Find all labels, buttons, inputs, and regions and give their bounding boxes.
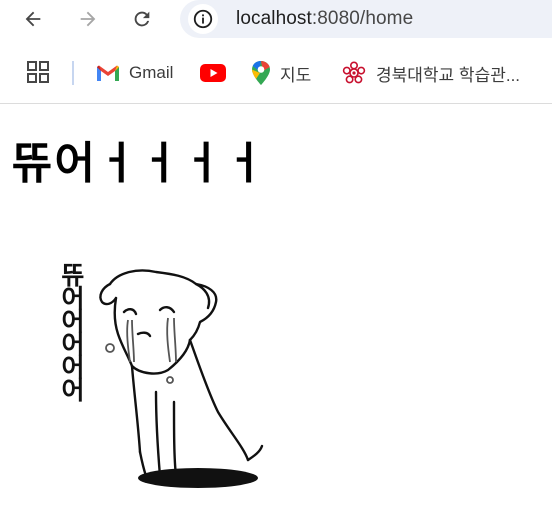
crying-dog-drawing — [99, 269, 264, 488]
arrow-left-icon — [25, 11, 41, 27]
bookmark-gmail-label: Gmail — [129, 63, 174, 82]
bookmark-knu[interactable]: 경북대학교 학습관... — [341, 58, 520, 88]
address-bar[interactable]: localhost:8080/home — [180, 0, 552, 38]
bookmarks-separator — [72, 61, 74, 85]
apps-grid-icon[interactable] — [27, 61, 49, 83]
gmail-icon — [97, 65, 119, 81]
knu-emblem-icon — [342, 61, 366, 84]
bookmark-gmail[interactable]: Gmail — [96, 58, 173, 88]
url-text[interactable]: localhost:8080/home — [236, 8, 413, 30]
toolbar-divider — [0, 103, 552, 104]
arrow-right-icon — [80, 11, 96, 27]
forward-button[interactable] — [72, 3, 104, 35]
bookmark-youtube[interactable] — [200, 58, 226, 88]
browser-toolbar: localhost:8080/home — [0, 0, 552, 38]
bookmarks-bar: Gmail 지도 경북대학교 학습관... — [0, 50, 552, 96]
url-host: localhost — [236, 8, 312, 29]
url-path: :8080/home — [311, 8, 414, 29]
bookmark-maps-label: 지도 — [280, 65, 312, 85]
page-heading: 뜌어ㅓㅓㅓㅓ — [12, 138, 267, 189]
site-info-button[interactable] — [188, 4, 218, 34]
back-button[interactable] — [17, 3, 49, 35]
info-icon — [193, 9, 213, 29]
youtube-icon — [200, 64, 226, 82]
bookmark-maps[interactable]: 지도 — [251, 58, 311, 88]
reload-icon — [134, 11, 150, 27]
bookmark-knu-label: 경북대학교 학습관... — [376, 65, 521, 85]
reload-button[interactable] — [126, 3, 158, 35]
crying-dog-image: 뜌어어어어어 — [48, 262, 278, 494]
maps-pin-icon — [252, 61, 270, 85]
